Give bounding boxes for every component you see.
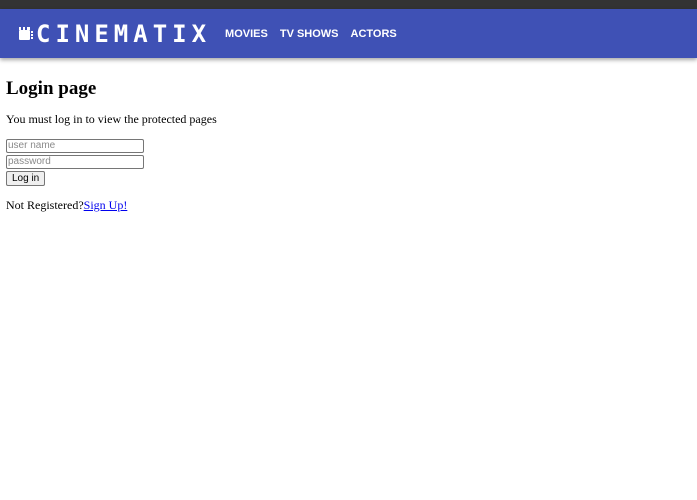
navbar: CINEMATIX MOVIES TV SHOWS ACTORS bbox=[0, 9, 697, 58]
username-input[interactable] bbox=[6, 139, 144, 153]
sign-up-link[interactable]: Sign Up! bbox=[84, 198, 128, 212]
nav-links: MOVIES TV SHOWS ACTORS bbox=[225, 27, 409, 40]
intro-text: You must log in to view the protected pa… bbox=[6, 112, 217, 126]
main-content: Login page You must log in to view the p… bbox=[0, 78, 697, 213]
login-button[interactable]: Log in bbox=[6, 171, 46, 186]
login-form: Log in bbox=[6, 139, 691, 186]
nav-item-tv-shows[interactable]: TV SHOWS bbox=[280, 27, 339, 40]
nav-item-actors[interactable]: ACTORS bbox=[351, 27, 397, 40]
page-title: Login page bbox=[6, 78, 97, 99]
top-strip bbox=[0, 0, 697, 9]
register-prompt: Not Registered?Sign Up! bbox=[6, 198, 691, 213]
brand-name: CINEMATIX bbox=[36, 19, 212, 48]
nav-item-movies[interactable]: MOVIES bbox=[225, 27, 268, 40]
brand-link[interactable]: CINEMATIX bbox=[18, 22, 211, 46]
password-input[interactable] bbox=[6, 155, 144, 169]
register-prompt-text: Not Registered? bbox=[6, 198, 84, 212]
film-clapper-icon bbox=[18, 26, 34, 42]
